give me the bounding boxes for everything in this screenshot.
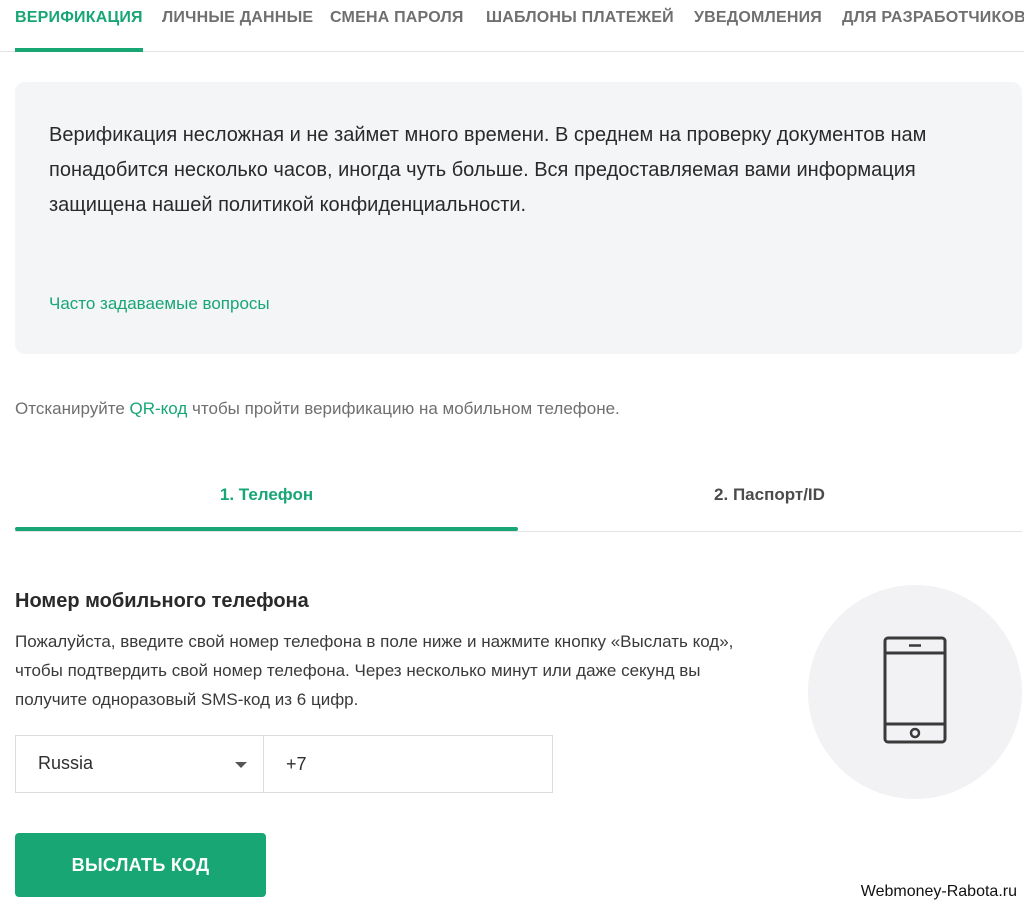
qr-instruction-suffix: чтобы пройти верификацию на мобильном те…: [187, 399, 620, 418]
tab-verification[interactable]: ВЕРИФИКАЦИЯ: [15, 9, 143, 27]
qr-instruction-prefix: Отсканируйте: [15, 399, 130, 418]
active-step-indicator: [15, 527, 518, 531]
send-code-button[interactable]: ВЫСЛАТЬ КОД: [15, 833, 266, 897]
step-passport[interactable]: 2. Паспорт/ID: [518, 485, 1021, 505]
verification-info-panel: Верификация несложная и не займет много …: [15, 82, 1022, 354]
tab-notifications[interactable]: УВЕДОМЛЕНИЯ: [694, 9, 822, 27]
tab-payment-templates[interactable]: ШАБЛОНЫ ПЛАТЕЖЕЙ: [486, 9, 674, 27]
verification-info-text: Верификация несложная и не займет много …: [49, 124, 927, 216]
qr-instruction: Отсканируйте QR-код чтобы пройти верифик…: [15, 399, 620, 419]
phone-number-input[interactable]: [263, 735, 553, 793]
caret-down-icon: [235, 762, 247, 768]
top-navigation-tabs: ВЕРИФИКАЦИЯ ЛИЧНЫЕ ДАННЫЕ СМЕНА ПАРОЛЯ Ш…: [0, 0, 1024, 52]
step-phone[interactable]: 1. Телефон: [15, 485, 518, 505]
verification-steps: 1. Телефон 2. Паспорт/ID: [15, 470, 1022, 532]
watermark: Webmoney-Rabota.ru: [860, 883, 1017, 900]
country-select[interactable]: Russia: [15, 735, 264, 793]
tab-change-password[interactable]: СМЕНА ПАРОЛЯ: [330, 9, 464, 27]
qr-code-link[interactable]: QR-код: [130, 399, 188, 418]
faq-link[interactable]: Часто задаваемые вопросы: [49, 294, 270, 314]
country-value: Russia: [38, 753, 94, 773]
phone-section-description: Пожалуйста, введите свой номер телефона …: [15, 632, 734, 709]
smartphone-icon: [883, 636, 947, 744]
phone-illustration: [808, 585, 1022, 799]
active-tab-indicator: [15, 48, 143, 52]
tab-personal-data[interactable]: ЛИЧНЫЕ ДАННЫЕ: [162, 9, 313, 27]
phone-section-title: Номер мобильного телефона: [15, 590, 309, 612]
tab-developers[interactable]: ДЛЯ РАЗРАБОТЧИКОВ: [842, 9, 1024, 27]
